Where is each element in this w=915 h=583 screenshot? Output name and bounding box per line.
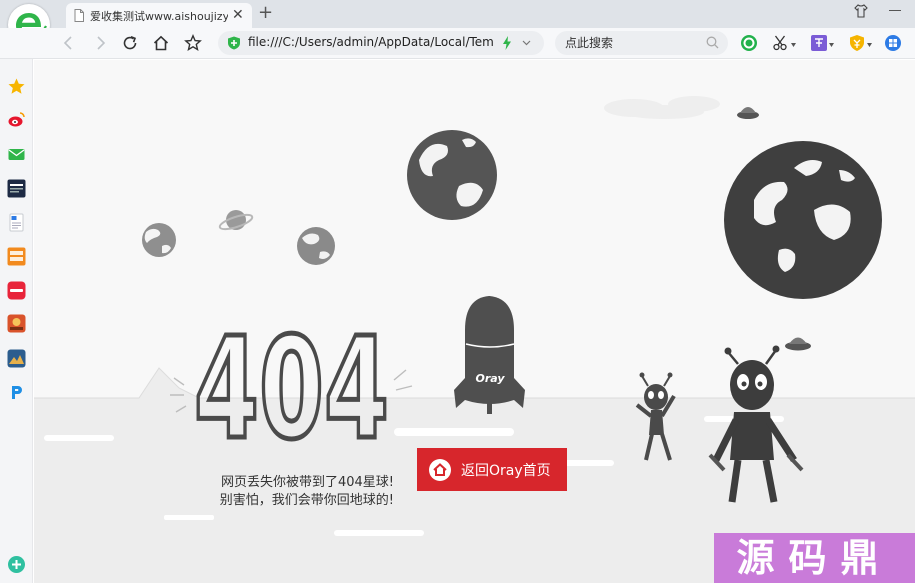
message-line-1: 网页丢失你被带到了404星球!: [220, 475, 394, 490]
space-scene: 404 Oray: [34, 96, 915, 583]
address-url: file:///C:/Users/admin/AppData/Local/Tem: [248, 35, 494, 49]
sidebar-game2-icon[interactable]: [7, 349, 26, 368]
ringed-planet: [218, 210, 254, 231]
home-icon: [429, 459, 451, 481]
star-icon[interactable]: [184, 34, 202, 52]
browser-app-icon[interactable]: [884, 34, 902, 52]
error-message: 网页丢失你被带到了404星球! 别害怕，我们会带你回地球的!: [204, 474, 394, 510]
rocket-brand: Oray: [475, 372, 505, 385]
minimize-icon[interactable]: [889, 10, 901, 11]
page-404: 404 Oray 网页丢失你被带到了404星球! 别害怕，我们会带你回地球的! …: [34, 60, 915, 583]
medium-planet: [407, 130, 497, 220]
tab-title: 爱收集测试www.aishoujizy.cc: [90, 10, 228, 23]
browser-tab[interactable]: 爱收集测试www.aishoujizy.cc ✕: [66, 3, 252, 28]
back-icon[interactable]: [60, 34, 78, 52]
sidebar-weibo-icon[interactable]: [7, 110, 26, 129]
shirt-icon[interactable]: [854, 4, 868, 18]
return-home-button[interactable]: 返回Oray首页: [417, 448, 567, 491]
sidebar-game-icon[interactable]: [7, 314, 26, 333]
chevron-down-icon[interactable]: [829, 43, 834, 47]
search-input[interactable]: [555, 31, 728, 55]
ufo-right: [785, 337, 811, 351]
forward-icon[interactable]: [91, 34, 109, 52]
home-icon[interactable]: [152, 34, 170, 52]
sidebar-add-icon[interactable]: [7, 555, 26, 574]
lightning-icon[interactable]: [502, 36, 512, 50]
close-icon[interactable]: ✕: [232, 7, 244, 23]
sidebar-novel-icon[interactable]: [7, 247, 26, 266]
green-circle-icon[interactable]: [740, 34, 758, 52]
translate-icon[interactable]: [810, 34, 828, 52]
sidebar-p-app-icon[interactable]: [7, 383, 26, 402]
address-bar[interactable]: file:///C:/Users/admin/AppData/Local/Tem: [218, 31, 544, 55]
refresh-icon[interactable]: [121, 34, 139, 52]
plus-icon[interactable]: +: [258, 3, 273, 23]
small-planet-left: [142, 223, 176, 257]
search-icon[interactable]: [706, 36, 719, 49]
watermark: 源码鼎: [714, 533, 915, 583]
ufo-small: [737, 107, 759, 119]
sidebar-document-icon[interactable]: [7, 213, 26, 232]
error-code: 404: [194, 308, 389, 471]
watermark-text: 源码鼎: [736, 535, 893, 580]
large-earth: [724, 141, 882, 299]
small-planet-middle: [297, 227, 335, 265]
sidebar: [0, 59, 33, 583]
scissors-icon[interactable]: [772, 34, 790, 52]
tab-bar: 爱收集测试www.aishoujizy.cc ✕ +: [0, 0, 915, 28]
shield-coin-icon[interactable]: [848, 34, 866, 52]
shield-icon: [228, 36, 240, 50]
return-home-label: 返回Oray首页: [461, 463, 551, 479]
sidebar-news-icon[interactable]: [7, 179, 26, 198]
rocket: Oray: [454, 296, 525, 414]
chevron-down-icon[interactable]: [867, 43, 872, 47]
message-line-2: 别害怕，我们会带你回地球的!: [219, 493, 394, 508]
chevron-down-icon[interactable]: [791, 43, 796, 47]
document-icon: [74, 9, 84, 22]
sidebar-red-app-icon[interactable]: [7, 281, 26, 300]
sidebar-favorites-icon[interactable]: [7, 77, 26, 96]
chevron-down-icon[interactable]: [522, 40, 531, 46]
sidebar-mail-icon[interactable]: [7, 145, 26, 164]
